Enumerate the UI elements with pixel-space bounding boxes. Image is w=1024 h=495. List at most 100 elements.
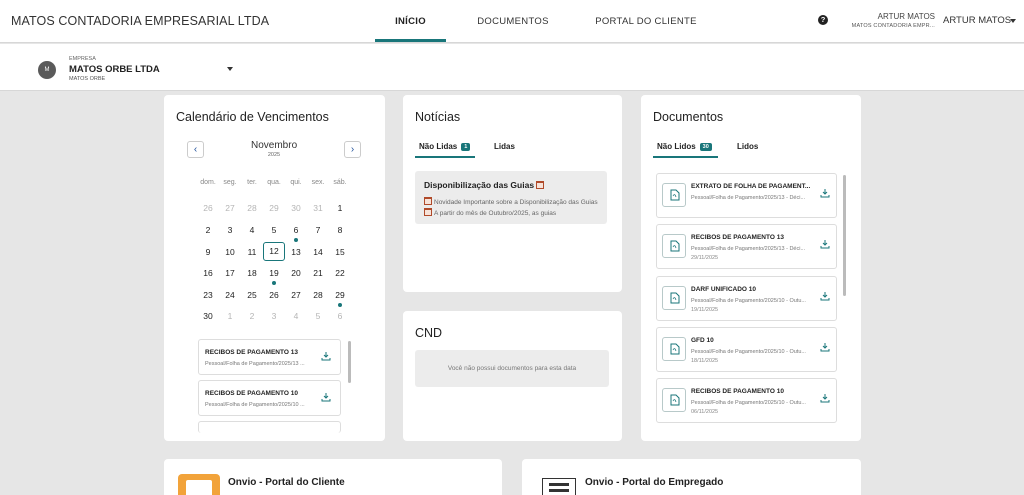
user-company: MATOS CONTADORIA EMPR... bbox=[851, 23, 935, 29]
tab-lidas[interactable]: Lidas bbox=[494, 142, 515, 151]
calendar-day[interactable]: 6 bbox=[285, 225, 307, 235]
calendar-day[interactable]: 15 bbox=[329, 247, 351, 257]
calendar-day[interactable]: 6 bbox=[329, 311, 351, 321]
calendar-day[interactable]: 17 bbox=[219, 268, 241, 278]
tab-label: Não Lidas bbox=[419, 142, 458, 151]
nav-documentos[interactable]: DOCUMENTOS bbox=[470, 0, 556, 43]
calendar-day[interactable]: 22 bbox=[329, 268, 351, 278]
document-date: 19/11/2025 bbox=[691, 307, 719, 313]
download-icon[interactable] bbox=[820, 291, 830, 301]
weekday-label: qua. bbox=[267, 179, 281, 186]
company-dropdown-icon[interactable] bbox=[227, 67, 233, 71]
document-date: 06/11/2025 bbox=[691, 409, 719, 415]
calendar-day[interactable]: 2 bbox=[241, 311, 263, 321]
calendar-day[interactable]: 26 bbox=[263, 290, 285, 300]
calendar-event-item[interactable]: RECIBOS DE PAGAMENTO 10 Pessoal/Folha de… bbox=[198, 380, 341, 416]
tab-underline bbox=[415, 156, 475, 158]
document-item[interactable]: DARF UNIFICADO 10 Pessoal/Folha de Pagame… bbox=[656, 276, 837, 321]
calendar-day[interactable]: 11 bbox=[241, 247, 263, 257]
calendar-day[interactable]: 20 bbox=[285, 268, 307, 278]
nav-inicio[interactable]: INÍCIO bbox=[375, 0, 446, 43]
cnd-title: CND bbox=[415, 326, 443, 340]
document-item[interactable]: GFD 10 Pessoal/Folha de Pagamento/2025/10… bbox=[656, 327, 837, 372]
portal-empregado-logo bbox=[542, 478, 576, 495]
download-icon[interactable] bbox=[820, 393, 830, 403]
download-icon[interactable] bbox=[820, 239, 830, 249]
calendar-day[interactable]: 8 bbox=[329, 225, 351, 235]
nav-portal-do-cliente[interactable]: PORTAL DO CLIENTE bbox=[590, 0, 702, 43]
document-path: Pessoal/Folha de Pagamento/2025/10 - Out… bbox=[691, 349, 806, 355]
tab-label: Não Lidos bbox=[657, 142, 696, 151]
calendar-day[interactable]: 13 bbox=[285, 247, 307, 257]
calendar-day[interactable]: 29 bbox=[263, 203, 285, 213]
calendar-day[interactable]: 28 bbox=[307, 290, 329, 300]
calendar-day[interactable]: 27 bbox=[219, 203, 241, 213]
tab-nao-lidos[interactable]: Não Lidos 30 bbox=[657, 142, 712, 151]
prev-month-button[interactable]: ‹ bbox=[187, 141, 204, 158]
download-icon[interactable] bbox=[820, 188, 830, 198]
cnd-empty-message: Você não possui documentos para esta dat… bbox=[415, 350, 609, 387]
document-item[interactable]: RECIBOS DE PAGAMENTO 10 Pessoal/Folha de … bbox=[656, 378, 837, 423]
document-item[interactable]: RECIBOS DE PAGAMENTO 13 Pessoal/Folha de … bbox=[656, 224, 837, 269]
tab-nao-lidas[interactable]: Não Lidas 1 bbox=[419, 142, 471, 151]
news-item[interactable]: Disponibilização das Guias Novidade Impo… bbox=[415, 171, 607, 224]
calendar-day[interactable]: 3 bbox=[219, 225, 241, 235]
calendar-day[interactable]: 21 bbox=[307, 268, 329, 278]
calendar-day[interactable]: 1 bbox=[329, 203, 351, 213]
calendar-title: Calendário de Vencimentos bbox=[176, 110, 329, 124]
calendar-icon bbox=[424, 197, 432, 205]
calendar-event-item[interactable] bbox=[198, 421, 341, 433]
pdf-file-icon bbox=[662, 337, 686, 361]
download-icon[interactable] bbox=[321, 351, 331, 361]
calendar-day[interactable]: 4 bbox=[241, 225, 263, 235]
documents-scrollbar[interactable] bbox=[843, 175, 846, 296]
calendar-icon bbox=[424, 207, 432, 216]
calendar-day[interactable]: 16 bbox=[197, 268, 219, 278]
document-title: RECIBOS DE PAGAMENTO 13 bbox=[691, 234, 784, 241]
calendar-day[interactable]: 27 bbox=[285, 290, 307, 300]
calendar-year: 2025 bbox=[267, 152, 281, 158]
calendar-day[interactable]: 28 bbox=[241, 203, 263, 213]
events-scrollbar[interactable] bbox=[348, 341, 351, 383]
help-icon[interactable]: ? bbox=[818, 15, 828, 25]
document-item[interactable]: EXTRATO DE FOLHA DE PAGAMENT... Pessoal/F… bbox=[656, 173, 837, 218]
calendar-day[interactable]: 10 bbox=[219, 247, 241, 257]
calendar-day[interactable]: 14 bbox=[307, 247, 329, 257]
document-path: Pessoal/Folha de Pagamento/2025/13 - Déc… bbox=[691, 246, 806, 252]
event-dot bbox=[338, 303, 342, 307]
document-title: RECIBOS DE PAGAMENTO 10 bbox=[691, 388, 784, 395]
document-title: EXTRATO DE FOLHA DE PAGAMENT... bbox=[691, 183, 811, 190]
event-dot bbox=[294, 238, 298, 242]
calendar-event-item[interactable]: RECIBOS DE PAGAMENTO 13 Pessoal/Folha de… bbox=[198, 339, 341, 375]
calendar-day[interactable]: 24 bbox=[219, 290, 241, 300]
event-title: RECIBOS DE PAGAMENTO 10 bbox=[205, 390, 298, 397]
calendar-day[interactable]: 26 bbox=[197, 203, 219, 213]
company-name[interactable]: MATOS ORBE LTDA bbox=[69, 64, 160, 75]
calendar-day[interactable]: 25 bbox=[241, 290, 263, 300]
calendar-day[interactable]: 5 bbox=[263, 225, 285, 235]
chevron-down-icon[interactable] bbox=[1010, 19, 1016, 23]
tab-lidos[interactable]: Lidos bbox=[737, 142, 758, 151]
calendar-day[interactable]: 31 bbox=[307, 203, 329, 213]
download-icon[interactable] bbox=[820, 342, 830, 352]
next-month-button[interactable]: › bbox=[344, 141, 361, 158]
calendar-day[interactable]: 23 bbox=[197, 290, 219, 300]
calendar-day[interactable]: 19 bbox=[263, 268, 285, 278]
weekday-label: qui. bbox=[290, 179, 302, 186]
calendar-day[interactable]: 2 bbox=[197, 225, 219, 235]
calendar-day[interactable]: 29 bbox=[329, 290, 351, 300]
event-subtitle: Pessoal/Folha de Pagamento/2025/10 ... bbox=[205, 402, 305, 408]
calendar-day[interactable]: 30 bbox=[197, 311, 219, 321]
calendar-day[interactable]: 4 bbox=[285, 311, 307, 321]
user-menu[interactable]: ARTUR MATOS bbox=[943, 15, 1011, 26]
calendar-day[interactable]: 1 bbox=[219, 311, 241, 321]
calendar-day[interactable]: 30 bbox=[285, 203, 307, 213]
calendar-day[interactable]: 9 bbox=[197, 247, 219, 257]
calendar-day[interactable]: 12 bbox=[263, 242, 285, 261]
calendar-day[interactable]: 3 bbox=[263, 311, 285, 321]
calendar-day[interactable]: 7 bbox=[307, 225, 329, 235]
calendar-day[interactable]: 18 bbox=[241, 268, 263, 278]
calendar-day[interactable]: 5 bbox=[307, 311, 329, 321]
download-icon[interactable] bbox=[321, 392, 331, 402]
company-subname: MATOS ORBE bbox=[69, 76, 106, 82]
